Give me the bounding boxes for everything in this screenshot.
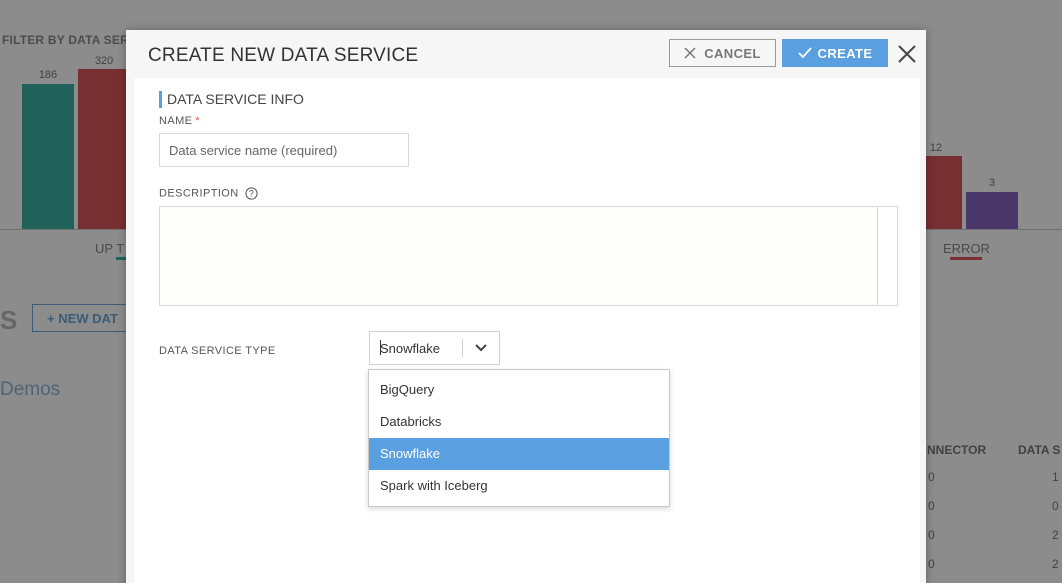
check-icon bbox=[797, 47, 812, 59]
name-label: NAME * bbox=[159, 115, 200, 127]
description-textarea[interactable] bbox=[159, 206, 898, 306]
dialog-title: CREATE NEW DATA SERVICE bbox=[148, 45, 419, 66]
data-service-type-menu: BigQuery Databricks Snowflake Spark with… bbox=[368, 369, 670, 507]
close-icon bbox=[684, 47, 696, 59]
chevron-down-icon bbox=[475, 344, 487, 352]
close-dialog-icon[interactable] bbox=[896, 43, 918, 65]
cancel-button-label: CANCEL bbox=[704, 45, 761, 61]
name-input[interactable] bbox=[159, 133, 409, 167]
text-cursor bbox=[380, 340, 381, 355]
description-label-text: DESCRIPTION bbox=[159, 187, 239, 200]
option-bigquery[interactable]: BigQuery bbox=[369, 374, 669, 406]
create-button[interactable]: CREATE bbox=[782, 39, 888, 67]
svg-text:?: ? bbox=[249, 189, 254, 199]
dropdown-toggle[interactable] bbox=[463, 332, 499, 364]
data-service-type-label: DATA SERVICE TYPE bbox=[159, 345, 276, 357]
option-spark-with-iceberg[interactable]: Spark with Iceberg bbox=[369, 470, 669, 502]
textarea-scrollbar[interactable] bbox=[877, 207, 897, 305]
description-label: DESCRIPTION ? bbox=[159, 187, 258, 200]
section-title: DATA SERVICE INFO bbox=[159, 91, 304, 108]
name-label-text: NAME bbox=[159, 115, 193, 127]
cancel-button[interactable]: CANCEL bbox=[669, 39, 776, 67]
data-service-type-select[interactable]: Snowflake bbox=[369, 331, 500, 365]
option-databricks[interactable]: Databricks bbox=[369, 406, 669, 438]
create-data-service-dialog: CREATE NEW DATA SERVICE CANCEL CREATE DA… bbox=[126, 30, 926, 583]
select-value: Snowflake bbox=[380, 340, 440, 356]
create-button-label: CREATE bbox=[817, 45, 873, 61]
dialog-header: CREATE NEW DATA SERVICE CANCEL CREATE bbox=[126, 30, 926, 78]
required-mark: * bbox=[195, 115, 201, 127]
dialog-body: DATA SERVICE INFO NAME* DESCRIPTION ? DA… bbox=[134, 78, 920, 583]
option-snowflake[interactable]: Snowflake bbox=[369, 438, 669, 470]
help-icon[interactable]: ? bbox=[245, 187, 258, 200]
